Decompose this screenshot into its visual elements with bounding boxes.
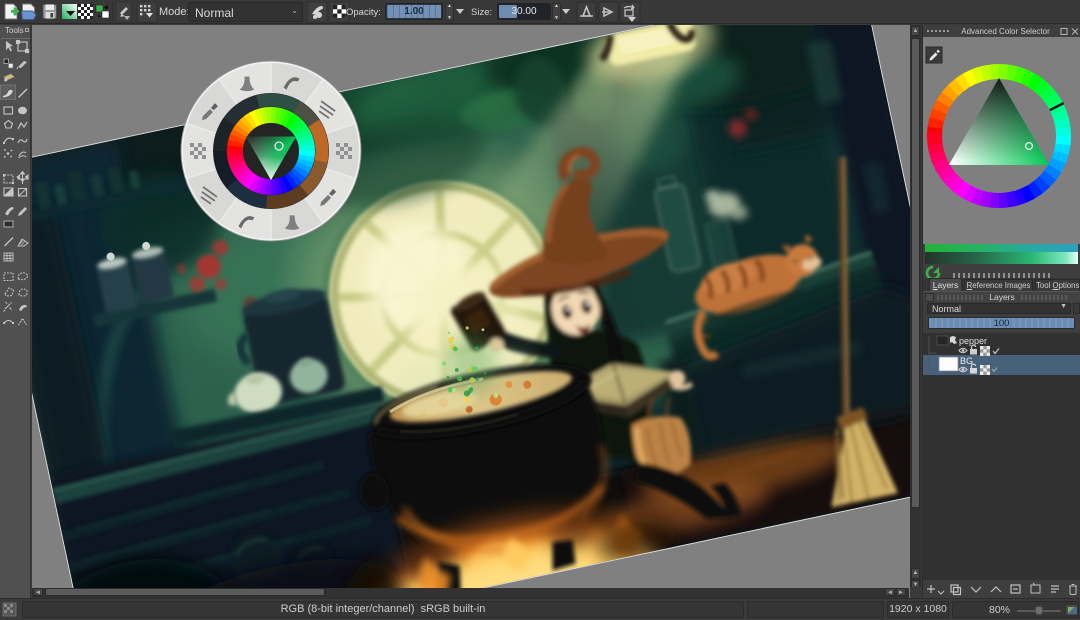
svg-text:BG: BG xyxy=(960,356,973,366)
